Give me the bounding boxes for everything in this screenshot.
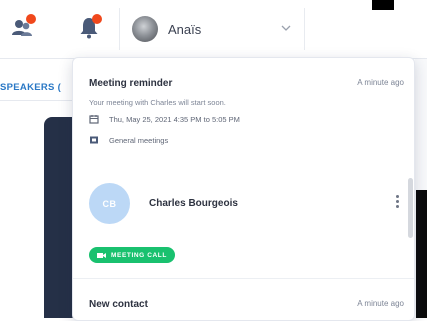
header-divider <box>119 8 120 50</box>
avatar <box>132 16 158 42</box>
notification-text: Your meeting with Charles will start soo… <box>89 98 226 107</box>
calendar-icon <box>89 114 99 124</box>
contact-name[interactable]: Charles Bourgeois <box>149 198 238 209</box>
notification-time: A minute ago <box>357 78 404 87</box>
notification-title: Meeting reminder <box>89 78 173 89</box>
meeting-datetime-text: Thu, May 25, 2021 4:35 PM to 5:05 PM <box>109 114 240 124</box>
black-bar <box>372 0 394 10</box>
meeting-category: General meetings <box>89 135 168 145</box>
meeting-call-button[interactable]: MEETING CALL <box>89 247 175 263</box>
chevron-down-icon[interactable] <box>280 22 292 34</box>
meeting-datetime: Thu, May 25, 2021 4:35 PM to 5:05 PM <box>89 114 240 124</box>
notification-badge <box>92 14 102 24</box>
user-name: Anaïs <box>168 21 202 37</box>
top-header: Anaïs <box>0 0 427 59</box>
video-camera-icon <box>97 252 106 259</box>
notification-title: New contact <box>89 299 148 310</box>
notification-badge <box>26 14 36 24</box>
more-options-icon[interactable] <box>394 194 400 212</box>
user-menu[interactable]: Anaïs <box>132 12 302 46</box>
tab-speakers[interactable]: SPEAKERS ( <box>0 82 61 93</box>
header-divider <box>304 8 305 50</box>
notification-divider <box>73 278 414 279</box>
folder-icon <box>89 135 99 145</box>
tab-underline <box>0 100 74 101</box>
notification-time: A minute ago <box>357 299 404 308</box>
notification-panel: Meeting reminder A minute ago Your meeti… <box>72 57 415 321</box>
meeting-category-text: General meetings <box>109 135 169 145</box>
page-scrollbar[interactable] <box>416 190 427 318</box>
people-icon[interactable] <box>8 12 38 42</box>
bell-icon[interactable] <box>74 12 104 42</box>
meeting-call-label: MEETING CALL <box>111 251 167 259</box>
contact-avatar: CB <box>89 183 130 224</box>
panel-scrollbar[interactable] <box>408 178 413 238</box>
